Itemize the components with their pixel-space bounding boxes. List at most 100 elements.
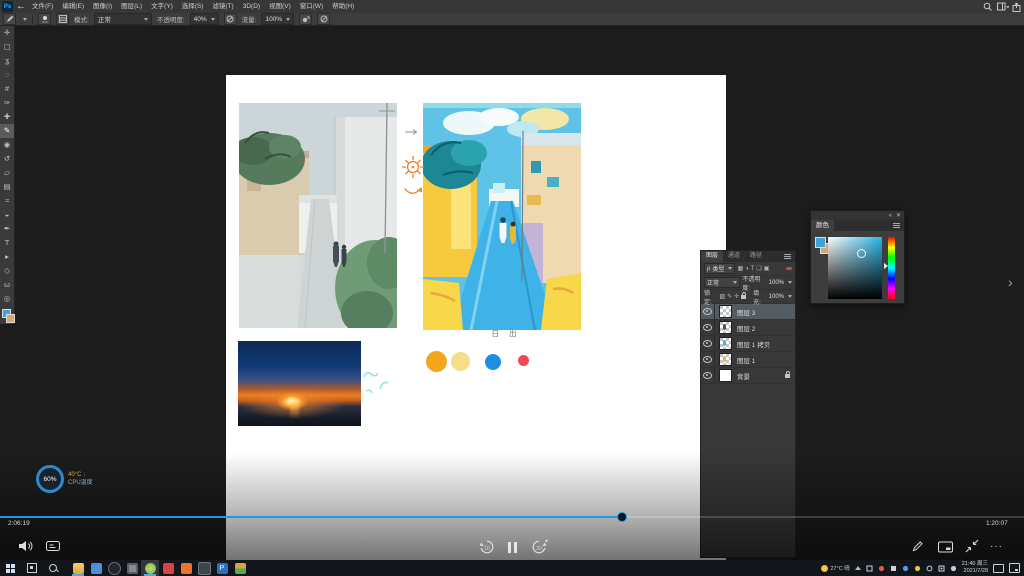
layer-thumbnail[interactable] bbox=[719, 337, 732, 350]
menu-edit[interactable]: 编辑(E) bbox=[62, 0, 84, 13]
tool-zoom[interactable]: ◎ bbox=[0, 292, 14, 306]
menu-select[interactable]: 选择(S) bbox=[182, 0, 204, 13]
filter-toggle[interactable] bbox=[786, 267, 792, 270]
saturation-brightness-field[interactable] bbox=[828, 237, 882, 299]
app-dark-circle[interactable] bbox=[105, 560, 123, 576]
airbrush-icon[interactable] bbox=[299, 13, 312, 25]
menu-window[interactable]: 窗口(W) bbox=[300, 0, 323, 13]
tool-marquee[interactable]: ▢ bbox=[0, 40, 14, 54]
tool-lasso[interactable]: ʓ bbox=[0, 54, 14, 68]
tray-icon-4[interactable] bbox=[902, 565, 909, 572]
seek-bar[interactable] bbox=[0, 516, 1024, 518]
tab-layers[interactable]: 图层 bbox=[701, 251, 723, 262]
tool-clone-stamp[interactable]: ◉ bbox=[0, 138, 14, 152]
start-button[interactable] bbox=[6, 564, 15, 573]
tool-pen[interactable]: ✒ bbox=[0, 222, 14, 236]
action-center-icon[interactable] bbox=[1009, 563, 1020, 573]
tool-quick-select[interactable]: ◌ bbox=[0, 68, 14, 82]
tray-icon-8[interactable] bbox=[950, 565, 957, 572]
visibility-toggle[interactable] bbox=[701, 304, 715, 319]
more-options-button[interactable]: ··· bbox=[990, 542, 1003, 552]
seek-handle[interactable] bbox=[617, 512, 627, 522]
panel-menu-icon[interactable] bbox=[784, 256, 791, 257]
opacity-dropdown[interactable]: 40% bbox=[190, 13, 219, 25]
filter-adjustment-icon[interactable]: ◑ bbox=[745, 266, 749, 272]
lock-all-icon[interactable] bbox=[741, 295, 746, 299]
tray-icon-5[interactable] bbox=[914, 565, 921, 572]
tool-history-brush[interactable]: ↺ bbox=[0, 152, 14, 166]
visibility-toggle[interactable] bbox=[701, 336, 715, 351]
tool-path-select[interactable]: ▸ bbox=[0, 250, 14, 264]
taskbar-search-button[interactable] bbox=[49, 564, 57, 572]
tool-gradient[interactable]: ▤ bbox=[0, 180, 14, 194]
weather-widget[interactable]: 27°C 晴 bbox=[821, 564, 849, 572]
layer-thumbnail[interactable] bbox=[719, 353, 732, 366]
app-p-blue[interactable]: P bbox=[213, 560, 231, 576]
brush-tool-icon[interactable] bbox=[3, 13, 16, 25]
layer-thumbnail[interactable] bbox=[719, 305, 732, 318]
lock-pixels-icon[interactable]: ✎ bbox=[727, 293, 732, 300]
tool-blur[interactable]: ≈ bbox=[0, 194, 14, 208]
brush-panel-toggle[interactable] bbox=[56, 13, 69, 25]
menu-3d[interactable]: 3D(D) bbox=[243, 0, 260, 13]
layer-row[interactable]: 图层 1 拷贝 bbox=[701, 336, 795, 352]
workspace-switcher-icon[interactable] bbox=[997, 2, 1009, 12]
brush-preset-picker[interactable] bbox=[38, 13, 51, 25]
visibility-toggle[interactable] bbox=[701, 368, 715, 383]
task-view-button[interactable] bbox=[27, 563, 37, 573]
touch-keyboard-icon[interactable] bbox=[993, 564, 1004, 573]
menu-filter[interactable]: 滤镜(T) bbox=[212, 0, 233, 13]
filter-type-icon[interactable]: T bbox=[751, 266, 755, 272]
menu-image[interactable]: 图像(I) bbox=[93, 0, 112, 13]
tray-icon-1[interactable] bbox=[866, 565, 873, 572]
color-panel-menu-icon[interactable] bbox=[893, 225, 900, 226]
hue-slider[interactable] bbox=[888, 237, 895, 299]
foreground-color-swatch[interactable] bbox=[815, 237, 826, 248]
tool-eyedropper[interactable]: ✑ bbox=[0, 96, 14, 110]
menu-file[interactable]: 文件(F) bbox=[32, 0, 53, 13]
layer-name[interactable]: 图层 1 bbox=[737, 355, 755, 365]
rewind-10-button[interactable]: 10 bbox=[479, 539, 495, 555]
note-pencil-button[interactable] bbox=[911, 540, 925, 553]
visibility-toggle[interactable] bbox=[701, 352, 715, 367]
fill-value[interactable]: 100% bbox=[769, 294, 784, 300]
app-video-player-active[interactable] bbox=[141, 560, 159, 576]
app-pictures-folder[interactable] bbox=[231, 560, 249, 576]
menu-view[interactable]: 视图(V) bbox=[269, 0, 291, 13]
tray-icon-6[interactable] bbox=[926, 565, 933, 572]
layer-row[interactable]: 图层 1 bbox=[701, 352, 795, 368]
tool-eraser[interactable]: ▱ bbox=[0, 166, 14, 180]
layer-name[interactable]: 背景 bbox=[737, 371, 750, 381]
forward-30-button[interactable]: 30 bbox=[531, 539, 548, 555]
exit-fullscreen-button[interactable] bbox=[965, 539, 979, 553]
app-camera[interactable] bbox=[123, 560, 141, 576]
smoothing-pressure-icon[interactable] bbox=[317, 13, 330, 25]
hue-slider-handle[interactable] bbox=[884, 263, 888, 269]
lock-position-icon[interactable]: ✛ bbox=[734, 293, 739, 300]
volume-icon[interactable] bbox=[18, 539, 34, 553]
search-icon[interactable] bbox=[983, 2, 993, 12]
layer-row[interactable]: 图层 2 bbox=[701, 320, 795, 336]
tool-dodge[interactable]: ◒ bbox=[0, 208, 14, 222]
collapse-panel-icon[interactable]: « bbox=[889, 213, 892, 219]
tab-color[interactable]: 颜色 bbox=[811, 220, 834, 231]
tray-icon-7[interactable] bbox=[938, 565, 945, 572]
visibility-toggle[interactable] bbox=[701, 320, 715, 335]
subtitle-button[interactable] bbox=[938, 541, 953, 553]
layer-name[interactable]: 图层 1 拷贝 bbox=[737, 339, 770, 349]
pause-button[interactable] bbox=[506, 540, 518, 558]
layer-thumbnail[interactable] bbox=[719, 321, 732, 334]
background-color-swatch[interactable] bbox=[6, 314, 15, 323]
app-orange[interactable] bbox=[177, 560, 195, 576]
app-gray-square[interactable] bbox=[195, 560, 213, 576]
tray-icon-3[interactable] bbox=[890, 565, 897, 572]
flow-dropdown[interactable]: 100% bbox=[261, 13, 294, 25]
lock-transparency-icon[interactable]: ▨ bbox=[719, 293, 725, 300]
layer-opacity-value[interactable]: 100% bbox=[769, 280, 784, 286]
expand-panels-chevron[interactable]: › bbox=[1008, 274, 1013, 290]
close-panel-icon[interactable]: ✕ bbox=[896, 212, 901, 219]
filter-smart-icon[interactable]: ▣ bbox=[764, 265, 770, 272]
hidden-icons-chevron[interactable] bbox=[855, 566, 861, 570]
filter-pixel-icon[interactable]: ▦ bbox=[737, 265, 743, 272]
tool-move[interactable]: ✛ bbox=[0, 26, 14, 40]
